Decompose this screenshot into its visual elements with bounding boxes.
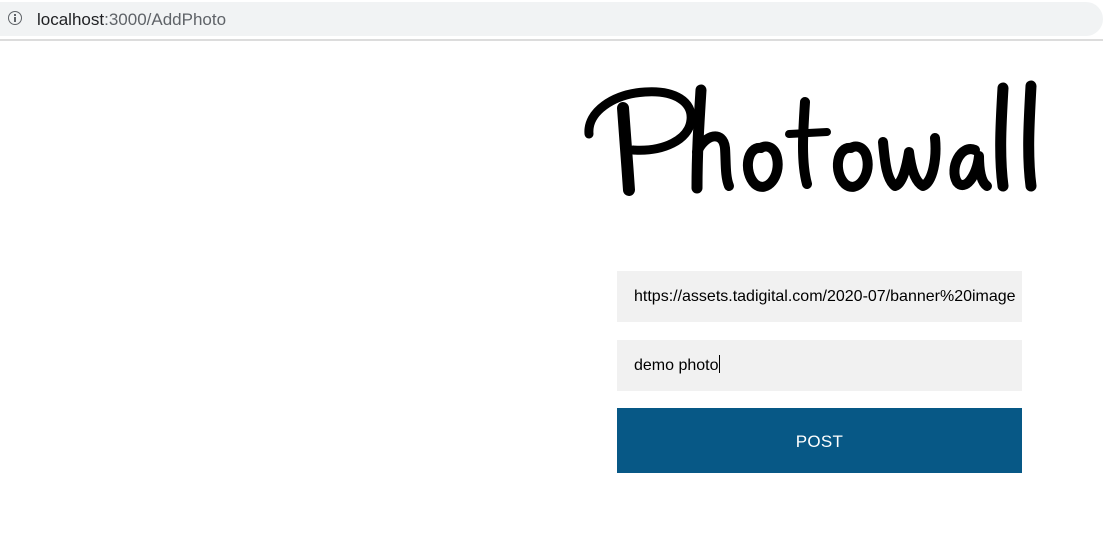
description-value: demo photo (634, 357, 719, 374)
omnibox[interactable]: localhost:3000/AddPhoto (0, 2, 1103, 36)
browser-address-bar: localhost:3000/AddPhoto (0, 0, 1103, 41)
image-link-input[interactable]: https://assets.tadigital.com/2020-07/ban… (617, 271, 1022, 322)
image-link-value: https://assets.tadigital.com/2020-07/ban… (634, 288, 1016, 305)
photowall-logo (584, 80, 1037, 196)
url-host: localhost (37, 10, 105, 29)
info-icon[interactable] (8, 11, 22, 25)
post-button[interactable]: POST (617, 408, 1022, 473)
description-input[interactable]: demo photo (617, 340, 1022, 391)
url-text[interactable]: localhost:3000/AddPhoto (37, 11, 226, 29)
text-cursor (718, 355, 720, 373)
url-path: :3000/AddPhoto (104, 10, 227, 29)
